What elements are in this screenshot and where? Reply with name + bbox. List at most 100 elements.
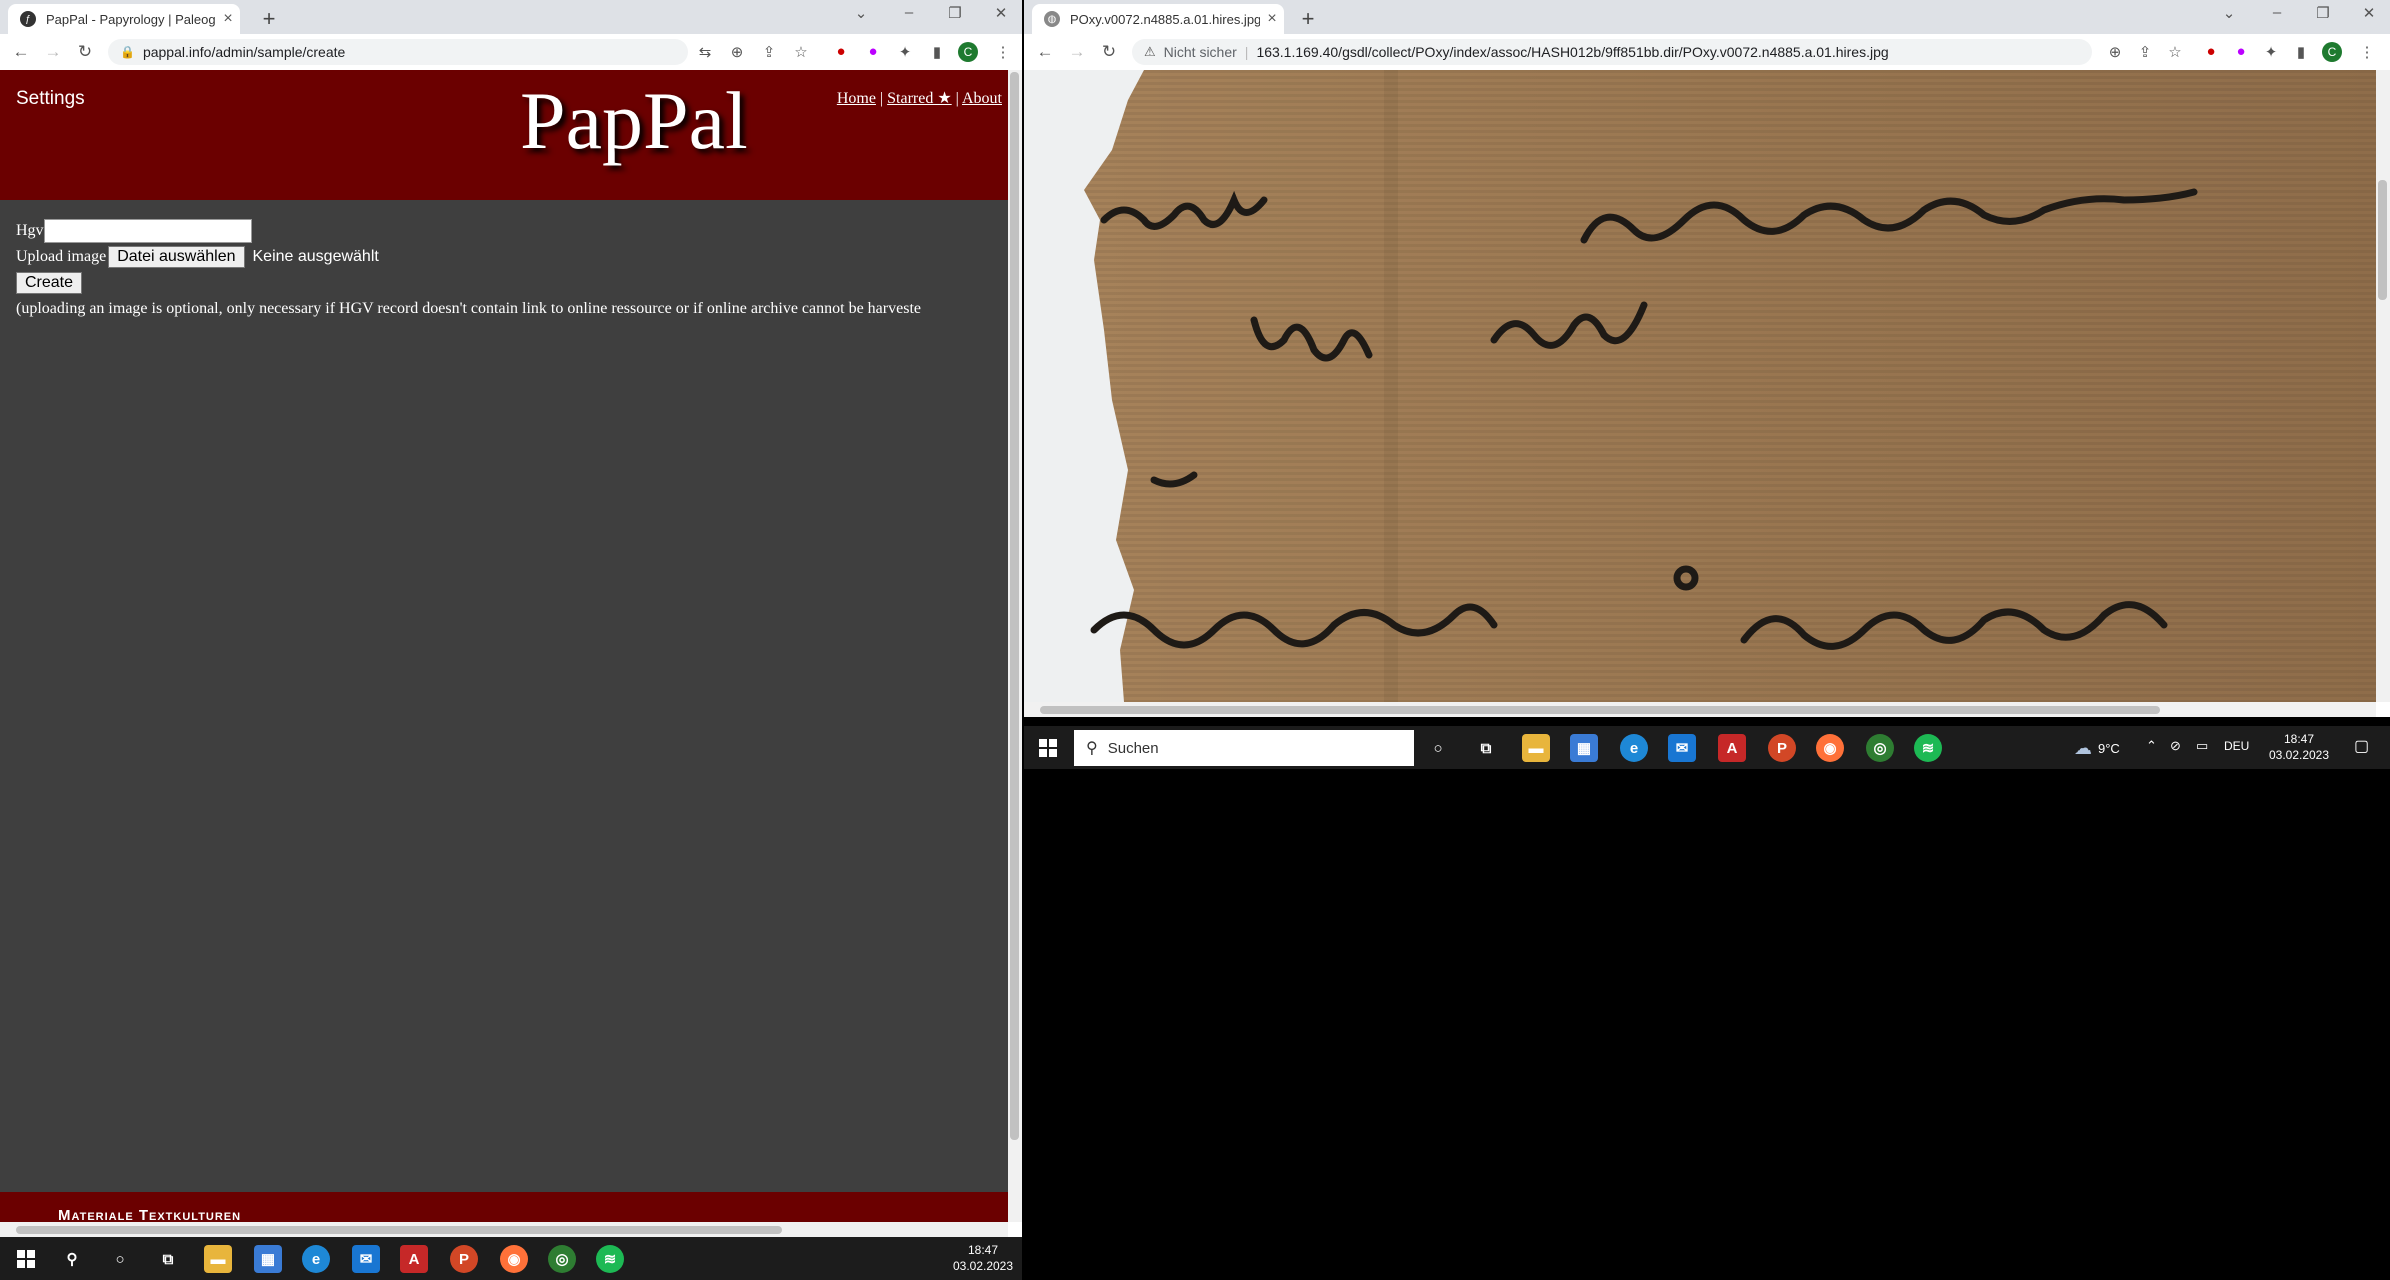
windows-start-icon[interactable]: [1034, 734, 1062, 762]
sidepanel-icon[interactable]: ▮: [926, 43, 948, 61]
choose-file-button[interactable]: Datei auswählen: [108, 246, 245, 268]
task-view-icon[interactable]: ⧉: [1472, 734, 1500, 762]
clock-date: 03.02.2023: [952, 1259, 1014, 1273]
bookmark-star-icon[interactable]: ☆: [790, 43, 812, 61]
hgv-input[interactable]: [43, 219, 252, 243]
battery-icon[interactable]: ▭: [2196, 738, 2208, 754]
powerpoint-icon[interactable]: P: [450, 1245, 478, 1273]
restore-button[interactable]: ❐: [932, 4, 978, 22]
nav-home-link[interactable]: Home: [837, 90, 876, 107]
edge-icon[interactable]: e: [302, 1245, 330, 1273]
notification-icon[interactable]: ▢: [2354, 736, 2369, 756]
mail-icon[interactable]: ✉: [352, 1245, 380, 1273]
forward-icon[interactable]: →: [1064, 42, 1090, 62]
forward-icon[interactable]: →: [40, 42, 66, 62]
horizontal-scrollbar[interactable]: [1024, 702, 2376, 717]
close-tab-icon[interactable]: ×: [1260, 10, 1284, 28]
chrome-icon[interactable]: ◎: [548, 1245, 576, 1273]
reload-icon[interactable]: ↻: [1096, 42, 1122, 62]
tab-search-icon[interactable]: ⌄: [2206, 4, 2252, 22]
close-window-button[interactable]: ✕: [2346, 4, 2390, 22]
warning-icon: ⚠: [1144, 44, 1156, 59]
new-tab-button[interactable]: +: [255, 6, 283, 32]
tray-chevron-icon[interactable]: ⌃: [2146, 738, 2157, 754]
tab-pappal[interactable]: ƒ PapPal - Papyrology | Paleograph ×: [8, 4, 240, 34]
extension-icon[interactable]: ●: [862, 43, 884, 60]
store-icon[interactable]: ▦: [1570, 734, 1598, 762]
cortana-icon[interactable]: ○: [1424, 734, 1452, 762]
cortana-icon[interactable]: ○: [106, 1245, 134, 1273]
file-explorer-icon[interactable]: ▬: [204, 1245, 232, 1273]
url-field[interactable]: 🔒 pappal.info/admin/sample/create: [108, 39, 688, 65]
bookmark-star-icon[interactable]: ☆: [2164, 43, 2186, 61]
back-icon[interactable]: ←: [1032, 42, 1058, 62]
menu-kebab-icon[interactable]: ⋮: [992, 43, 1014, 61]
taskbar-clock[interactable]: 18:47 03.02.2023: [2264, 731, 2334, 763]
close-window-button[interactable]: ✕: [978, 4, 1022, 22]
edge-icon[interactable]: e: [1620, 734, 1648, 762]
chrome-icon[interactable]: ◎: [1866, 734, 1894, 762]
reload-icon[interactable]: ↻: [72, 42, 98, 62]
url-field[interactable]: ⚠ Nicht sicher | 163.1.169.40/gsdl/colle…: [1132, 39, 2092, 65]
menu-kebab-icon[interactable]: ⋮: [2356, 43, 2378, 61]
extension-icon[interactable]: ●: [830, 43, 852, 60]
extensions-puzzle-icon[interactable]: ✦: [894, 43, 916, 61]
sidepanel-icon[interactable]: ▮: [2290, 43, 2312, 61]
new-tab-button[interactable]: +: [1294, 6, 1322, 32]
firefox-icon[interactable]: ◉: [500, 1245, 528, 1273]
nav-separator: |: [955, 90, 959, 107]
vertical-scrollbar[interactable]: [1008, 70, 1022, 1222]
profile-avatar[interactable]: C: [958, 42, 978, 62]
tab-title: POxy.v0072.n4885.a.01.hires.jpg: [1070, 11, 1260, 27]
create-button[interactable]: Create: [16, 272, 83, 294]
settings-link[interactable]: Settings: [16, 88, 85, 110]
address-bar-row: ← → ↻ ⚠ Nicht sicher | 163.1.169.40/gsdl…: [1024, 34, 2390, 71]
tab-search-icon[interactable]: ⌄: [838, 4, 884, 22]
taskbar-search-box[interactable]: ⚲ Suchen: [1074, 730, 1414, 766]
extension-icon[interactable]: ●: [2230, 43, 2252, 60]
search-placeholder: Suchen: [1107, 739, 1159, 757]
horizontal-scrollbar[interactable]: [0, 1222, 1008, 1237]
extension-icon[interactable]: ●: [2200, 43, 2222, 60]
address-bar-row: ← → ↻ 🔒 pappal.info/admin/sample/create …: [0, 34, 1022, 71]
zoom-icon[interactable]: ⊕: [2104, 43, 2126, 61]
acrobat-icon[interactable]: A: [1718, 734, 1746, 762]
site-footer: Materiale Textkulturen: [0, 1192, 1008, 1222]
firefox-icon[interactable]: ◉: [1816, 734, 1844, 762]
acrobat-icon[interactable]: A: [400, 1245, 428, 1273]
vertical-scrollbar[interactable]: [2376, 70, 2390, 702]
search-icon[interactable]: ⚲: [58, 1245, 86, 1273]
store-icon[interactable]: ▦: [254, 1245, 282, 1273]
profile-avatar[interactable]: C: [2322, 42, 2342, 62]
windows-start-icon[interactable]: [12, 1245, 40, 1273]
extensions-puzzle-icon[interactable]: ✦: [2260, 43, 2282, 61]
language-indicator[interactable]: DEU: [2224, 739, 2249, 753]
papyrus-image: [1024, 70, 2376, 702]
share-icon[interactable]: ⇪: [2134, 43, 2156, 61]
taskbar-clock[interactable]: 18:47 03.02.2023: [948, 1242, 1018, 1274]
spotify-icon[interactable]: ≋: [1914, 734, 1942, 762]
spotify-icon[interactable]: ≋: [596, 1245, 624, 1273]
minimize-button[interactable]: –: [886, 4, 932, 21]
weather-widget[interactable]: ☁ 9°C: [2074, 738, 2120, 759]
site-logo[interactable]: PapPal: [520, 74, 748, 168]
zoom-icon[interactable]: ⊕: [726, 43, 748, 61]
close-tab-icon[interactable]: ×: [216, 10, 240, 28]
nav-about-link[interactable]: About: [962, 90, 1002, 107]
minimize-button[interactable]: –: [2254, 4, 2300, 21]
network-icon[interactable]: ⊘: [2170, 738, 2181, 754]
restore-button[interactable]: ❐: [2300, 4, 2346, 22]
security-label: Nicht sicher: [1163, 44, 1237, 60]
task-view-icon[interactable]: ⧉: [154, 1245, 182, 1273]
weather-temp: 9°C: [2098, 741, 2120, 756]
share-icon[interactable]: ⇪: [758, 43, 780, 61]
upload-label: Upload image: [16, 248, 107, 265]
nav-starred-link[interactable]: Starred ★: [887, 90, 952, 107]
powerpoint-icon[interactable]: P: [1768, 734, 1796, 762]
translate-icon[interactable]: ⇆: [694, 43, 716, 61]
file-explorer-icon[interactable]: ▬: [1522, 734, 1550, 762]
mail-icon[interactable]: ✉: [1668, 734, 1696, 762]
right-browser-window: ◍ POxy.v0072.n4885.a.01.hires.jpg × + ⌄ …: [1024, 0, 2390, 717]
back-icon[interactable]: ←: [8, 42, 34, 62]
tab-image[interactable]: ◍ POxy.v0072.n4885.a.01.hires.jpg ×: [1032, 4, 1284, 34]
